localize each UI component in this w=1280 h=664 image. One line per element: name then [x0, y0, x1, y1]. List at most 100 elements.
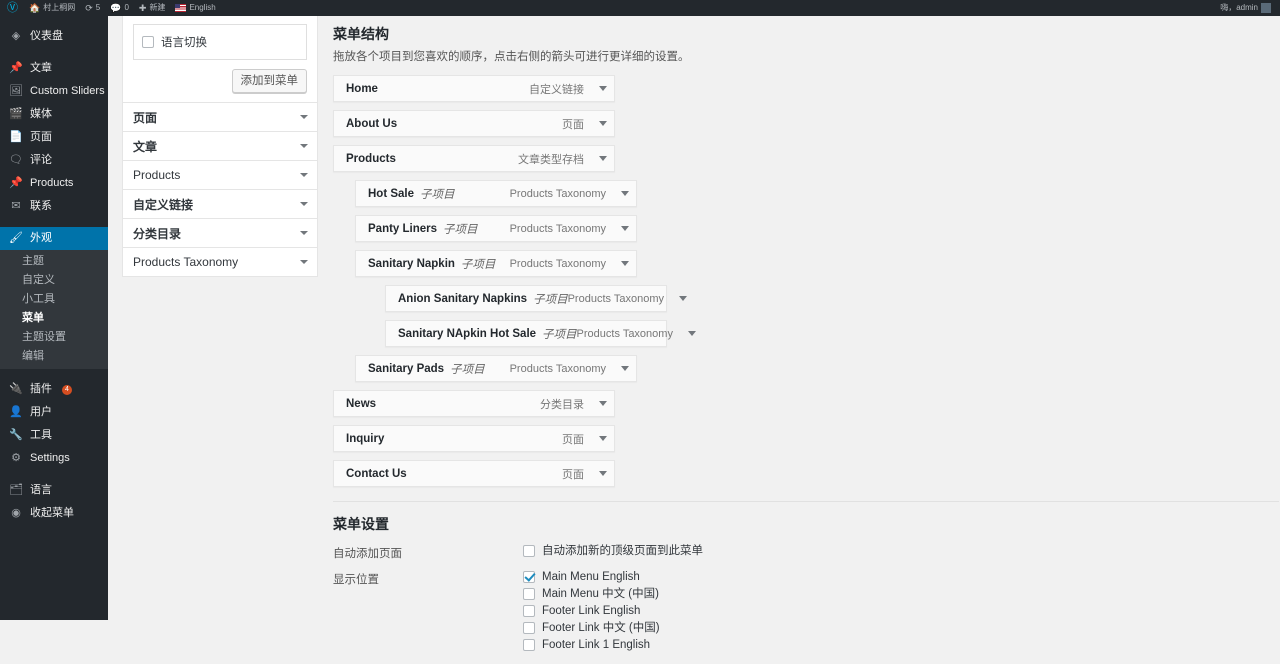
menu-item-row[interactable]: Sanitary Pads 子项目 Products Taxonomy [355, 355, 637, 382]
location-checkbox-row[interactable]: Footer Link English [523, 604, 1279, 618]
sidebar-subitem-theme-settings[interactable]: 主题设置 [0, 328, 108, 347]
menu-item-subitem-label: 子项目 [460, 258, 496, 271]
language-switch-checkbox[interactable] [142, 36, 154, 48]
site-name-menu[interactable]: 🏠 村上桐网 [24, 0, 80, 16]
menu-item-row[interactable]: Hot Sale 子项目 Products Taxonomy [355, 180, 637, 207]
menu-item-expand-icon[interactable] [614, 356, 636, 381]
comment-icon: 🗨 [9, 154, 23, 166]
menu-item-expand-icon[interactable] [614, 181, 636, 206]
sidebar-item-language[interactable]: 🗂 语言 [0, 479, 108, 502]
menu-item-row[interactable]: Inquiry 页面 [333, 425, 615, 452]
wordpress-logo-icon[interactable]: Ⓥ [0, 0, 24, 16]
menu-items-list: Home 自定义链接 About Us 页面 Products 文章类型存档 H… [333, 75, 1279, 487]
menu-item-expand-icon[interactable] [592, 76, 614, 101]
sidebar-item-label: 插件 [30, 383, 52, 395]
menu-item-type: 页面 [562, 118, 584, 131]
sidebar-subitem-menus[interactable]: 菜单 [0, 309, 108, 328]
accordion-header-categories[interactable]: 分类目录 [122, 219, 318, 248]
accordion-header-custom-links[interactable]: 自定义链接 [122, 190, 318, 219]
menu-spacer-2 [0, 218, 108, 227]
menu-item-row[interactable]: Sanitary Napkin 子项目 Products Taxonomy [355, 250, 637, 277]
sidebar-item-label: 文章 [30, 62, 52, 74]
comments-link[interactable]: 💬 0 [105, 0, 134, 16]
language-switch-checkbox-row[interactable]: 语言切换 [142, 34, 298, 50]
location-checkbox[interactable] [523, 605, 535, 617]
auto-add-pages-checkbox[interactable] [523, 545, 535, 557]
menu-item-title: Inquiry [346, 432, 385, 445]
sidebar-subitem-editor[interactable]: 编辑 [0, 347, 108, 366]
menu-item-subitem-label: 子项目 [443, 223, 478, 236]
updates-link[interactable]: ⟳ 5 [80, 0, 105, 16]
location-checkbox-row[interactable]: Main Menu 中文 (中国) [523, 587, 1279, 601]
menu-item-row[interactable]: News 分类目录 [333, 390, 615, 417]
sidebar-item-settings[interactable]: ⚙ Settings [0, 447, 108, 470]
menu-item-row[interactable]: Home 自定义链接 [333, 75, 615, 102]
menu-item-row[interactable]: Anion Sanitary Napkins 子项目 Products Taxo… [385, 285, 667, 312]
location-checkbox-row[interactable]: Footer Link 中文 (中国) [523, 621, 1279, 635]
menu-item-expand-icon[interactable] [592, 426, 614, 451]
menu-item-type: Products Taxonomy [567, 292, 664, 305]
sidebar-item-pages[interactable]: 📄 页面 [0, 126, 108, 149]
home-icon: 🏠 [29, 3, 41, 13]
sidebar-item-label: 收起菜单 [30, 507, 74, 519]
media-icon: 🎬 [9, 108, 23, 120]
add-to-menu-button[interactable]: 添加到菜单 [231, 69, 307, 93]
location-checkbox-row[interactable]: Main Menu English [523, 570, 1279, 584]
sidebar-item-contact[interactable]: ✉ 联系 [0, 195, 108, 218]
menu-item-row[interactable]: Products 文章类型存档 [333, 145, 615, 172]
appearance-submenu: 主题 自定义 小工具 菜单 主题设置 编辑 [0, 250, 108, 369]
sidebar-item-tools[interactable]: 🔧 工具 [0, 424, 108, 447]
chevron-down-icon [300, 260, 308, 264]
menu-item-expand-icon[interactable] [681, 321, 703, 346]
auto-add-pages-checkbox-row[interactable]: 自动添加新的顶级页面到此菜单 [523, 544, 1279, 558]
menu-item-row[interactable]: Contact Us 页面 [333, 460, 615, 487]
location-checkbox[interactable] [523, 571, 535, 583]
sidebar-item-posts[interactable]: 📌 文章 [0, 57, 108, 80]
menu-item-expand-icon[interactable] [672, 286, 694, 311]
sidebar-item-dashboard[interactable]: ◈ 仪表盘 [0, 25, 108, 48]
sidebar-item-custom-sliders[interactable]: 🖼 Custom Sliders [0, 80, 108, 103]
sidebar-item-label: 语言 [30, 484, 52, 496]
menu-item-row[interactable]: About Us 页面 [333, 110, 615, 137]
sidebar-collapse-button[interactable]: ◉ 收起菜单 [0, 502, 108, 525]
chevron-down-icon [300, 115, 308, 119]
location-checkbox[interactable] [523, 639, 535, 651]
sidebar-item-appearance[interactable]: 🖌 外观 [0, 227, 108, 250]
new-content-menu[interactable]: ✚ 新建 [134, 0, 171, 16]
menu-item-expand-icon[interactable] [614, 251, 636, 276]
sidebar-subitem-widgets[interactable]: 小工具 [0, 290, 108, 309]
menu-item-expand-icon[interactable] [614, 216, 636, 241]
accordion-label: 页面 [133, 110, 158, 125]
location-label: Main Menu English [542, 571, 640, 583]
sidebar-item-media[interactable]: 🎬 媒体 [0, 103, 108, 126]
menu-item-type: Products Taxonomy [509, 362, 606, 375]
menu-item-title: Home [346, 82, 378, 95]
sidebar-item-label: 用户 [30, 406, 52, 418]
accordion-header-products[interactable]: Products [122, 161, 318, 190]
sidebar-item-users[interactable]: 👤 用户 [0, 401, 108, 424]
menu-item-expand-icon[interactable] [592, 461, 614, 486]
location-checkbox[interactable] [523, 588, 535, 600]
location-checkbox-row[interactable]: Footer Link 1 English [523, 638, 1279, 652]
accordion-header-products-taxonomy[interactable]: Products Taxonomy [122, 248, 318, 277]
sidebar-item-comments[interactable]: 🗨 评论 [0, 149, 108, 172]
sidebar-item-products[interactable]: 📌 Products [0, 172, 108, 195]
menu-item-row[interactable]: Sanitary NApkin Hot Sale 子项目 Products Ta… [385, 320, 673, 347]
location-checkbox[interactable] [523, 622, 535, 634]
language-switcher[interactable]: English [170, 0, 220, 16]
menu-item-expand-icon[interactable] [592, 146, 614, 171]
menu-item-expand-icon[interactable] [592, 391, 614, 416]
comments-count: 0 [124, 3, 129, 12]
account-label: 嗨，admin [1220, 3, 1258, 12]
menu-item-subitem-label: 子项目 [450, 363, 485, 376]
sidebar-item-plugins[interactable]: 🔌 插件 4 [0, 378, 108, 401]
sidebar-item-label: 仪表盘 [30, 30, 63, 42]
menu-item-expand-icon[interactable] [592, 111, 614, 136]
accordion-header-posts[interactable]: 文章 [122, 132, 318, 161]
sidebar-subitem-customize[interactable]: 自定义 [0, 271, 108, 290]
menu-item-row[interactable]: Panty Liners 子项目 Products Taxonomy [355, 215, 637, 242]
menu-item-type: Products Taxonomy [509, 187, 606, 200]
accordion-header-pages[interactable]: 页面 [122, 103, 318, 132]
my-account-menu[interactable]: 嗨，admin [1215, 0, 1276, 16]
sidebar-subitem-themes[interactable]: 主题 [0, 252, 108, 271]
